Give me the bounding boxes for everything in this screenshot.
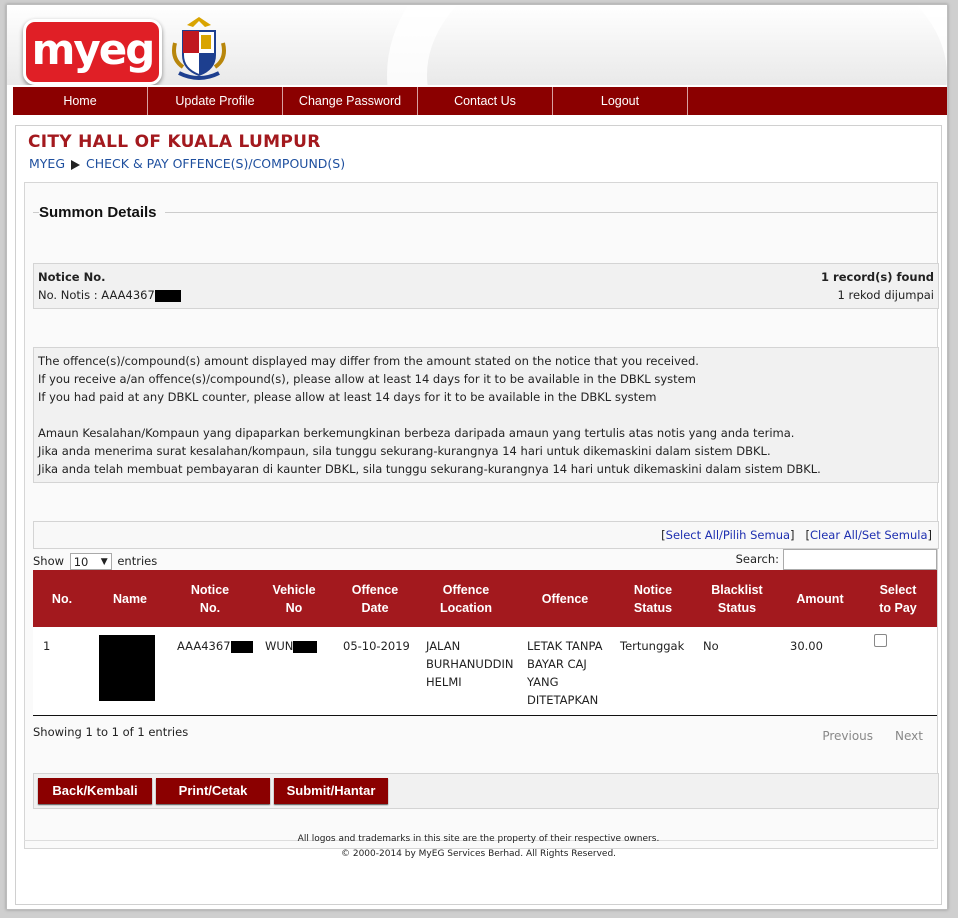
redaction-block	[293, 640, 318, 653]
section-title: Summon Details	[39, 204, 165, 221]
records-found-en: 1 record(s) found	[821, 270, 934, 284]
notice-value: No. Notis : AAA4367	[38, 288, 181, 302]
breadcrumb: MYEG CHECK & PAY OFFENCE(S)/COMPOUND(S)	[29, 156, 345, 171]
cell-offence-location: JALAN BURHANUDDIN HELMI	[426, 639, 514, 689]
nav-update-profile[interactable]: Update Profile	[148, 87, 283, 115]
breadcrumb-arrow-icon	[71, 159, 81, 170]
search-label: Search:	[735, 552, 779, 566]
table-info: Showing 1 to 1 of 1 entries	[33, 725, 189, 739]
col-no[interactable]: No.	[33, 570, 91, 627]
page-footer: All logos and trademarks in this site ar…	[16, 832, 941, 862]
nav-contact-us[interactable]: Contact Us	[418, 87, 553, 115]
col-name[interactable]: Name	[91, 570, 169, 627]
col-offence-date[interactable]: Offence Date	[337, 570, 413, 627]
submit-button[interactable]: Submit/Hantar	[274, 778, 388, 804]
table-row: 1 AAA4367 WUN 05-10-2019 JALAN BURHANUDD…	[33, 627, 937, 716]
footer-copyright: © 2000-2014 by MyEG Services Berhad. All…	[340, 849, 617, 859]
col-vehicle-no[interactable]: Vehicle No	[259, 570, 329, 627]
back-button[interactable]: Back/Kembali	[38, 778, 152, 804]
notice-label: Notice No.	[38, 270, 106, 284]
previous-button[interactable]: Previous	[822, 729, 873, 743]
col-select-to-pay[interactable]: Select to Pay	[865, 570, 931, 627]
col-offence[interactable]: Offence	[523, 570, 607, 627]
show-label: Show	[33, 554, 65, 568]
search-input[interactable]	[783, 549, 937, 570]
breadcrumb-home-link[interactable]: MYEG	[29, 156, 65, 171]
col-offence-location[interactable]: Offence Location	[423, 570, 509, 627]
cell-blacklist-status: No	[703, 639, 719, 653]
info-line: The offence(s)/compound(s) amount displa…	[38, 354, 699, 368]
info-line: Amaun Kesalahan/Kompaun yang dipaparkan …	[38, 426, 795, 440]
main-nav: Home Update Profile Change Password Cont…	[13, 87, 947, 115]
select-to-pay-checkbox[interactable]	[874, 634, 887, 647]
col-notice-status[interactable]: Notice Status	[617, 570, 689, 627]
records-found-ms: 1 rekod dijumpai	[837, 288, 935, 302]
section-divider	[33, 212, 937, 213]
breadcrumb-current-link[interactable]: CHECK & PAY OFFENCE(S)/COMPOUND(S)	[86, 156, 345, 171]
select-all-link[interactable]: Select All/Pilih Semua	[666, 528, 790, 542]
dbkl-crest-icon	[172, 17, 226, 80]
clear-all-link[interactable]: Clear All/Set Semula	[810, 528, 928, 542]
myeg-logo[interactable]: myeg	[23, 19, 162, 85]
redaction-block	[154, 289, 181, 302]
nav-logout[interactable]: Logout	[553, 87, 688, 115]
chevron-down-icon: ▼	[100, 557, 108, 567]
nav-change-password[interactable]: Change Password	[283, 87, 418, 115]
footer-trademark: All logos and trademarks in this site ar…	[297, 834, 660, 844]
cell-offence: LETAK TANPA BAYAR CAJ YANG DITETAPKAN	[527, 639, 603, 707]
table-header: No. Name Notice No. Vehicle No Offence D…	[33, 570, 937, 627]
cell-no: 1	[43, 639, 51, 653]
entries-label: entries	[117, 554, 158, 568]
cell-notice-status: Tertunggak	[620, 639, 685, 653]
table-controls: Show 10 ▼ entries Search:	[33, 549, 937, 571]
site-header: myeg	[7, 5, 947, 85]
cell-vehicle-no: WUN	[265, 637, 318, 655]
entries-select[interactable]: 10 ▼	[69, 553, 112, 570]
button-bar: Back/Kembali Print/Cetak Submit/Hantar	[33, 773, 939, 809]
col-blacklist-status[interactable]: Blacklist Status	[701, 570, 773, 627]
header-swirl-decoration	[387, 5, 947, 85]
page-title: CITY HALL OF KUALA LUMPUR	[28, 132, 321, 152]
info-line: If you receive a/an offence(s)/compound(…	[38, 372, 696, 386]
cell-amount: 30.00	[790, 639, 823, 653]
col-amount[interactable]: Amount	[785, 570, 855, 627]
info-line: Jika anda menerima surat kesalahan/kompa…	[38, 444, 771, 458]
nav-home[interactable]: Home	[13, 87, 148, 115]
info-box: The offence(s)/compound(s) amount displa…	[33, 347, 939, 483]
next-button[interactable]: Next	[895, 729, 923, 743]
redaction-block	[230, 640, 253, 653]
content-area: CITY HALL OF KUALA LUMPUR MYEG CHECK & PA…	[15, 125, 942, 905]
info-line: If you had paid at any DBKL counter, ple…	[38, 390, 657, 404]
browser-page: myeg Home Update Profile Change Password…	[6, 4, 948, 910]
name-redaction-block	[99, 635, 155, 701]
print-button[interactable]: Print/Cetak	[156, 778, 270, 804]
selection-bar: [Select All/Pilih Semua] [Clear All/Set …	[33, 521, 939, 549]
cell-notice-no: AAA4367	[177, 637, 253, 655]
notice-box: Notice No. No. Notis : AAA4367 1 record(…	[33, 263, 939, 309]
col-notice-no[interactable]: Notice No.	[177, 570, 243, 627]
summon-panel: Summon Details Notice No. No. Notis : AA…	[24, 182, 939, 849]
pagination: Previous Next	[800, 729, 923, 743]
info-line: Jika anda telah membuat pembayaran di ka…	[38, 462, 821, 476]
cell-offence-date: 05-10-2019	[343, 639, 410, 653]
